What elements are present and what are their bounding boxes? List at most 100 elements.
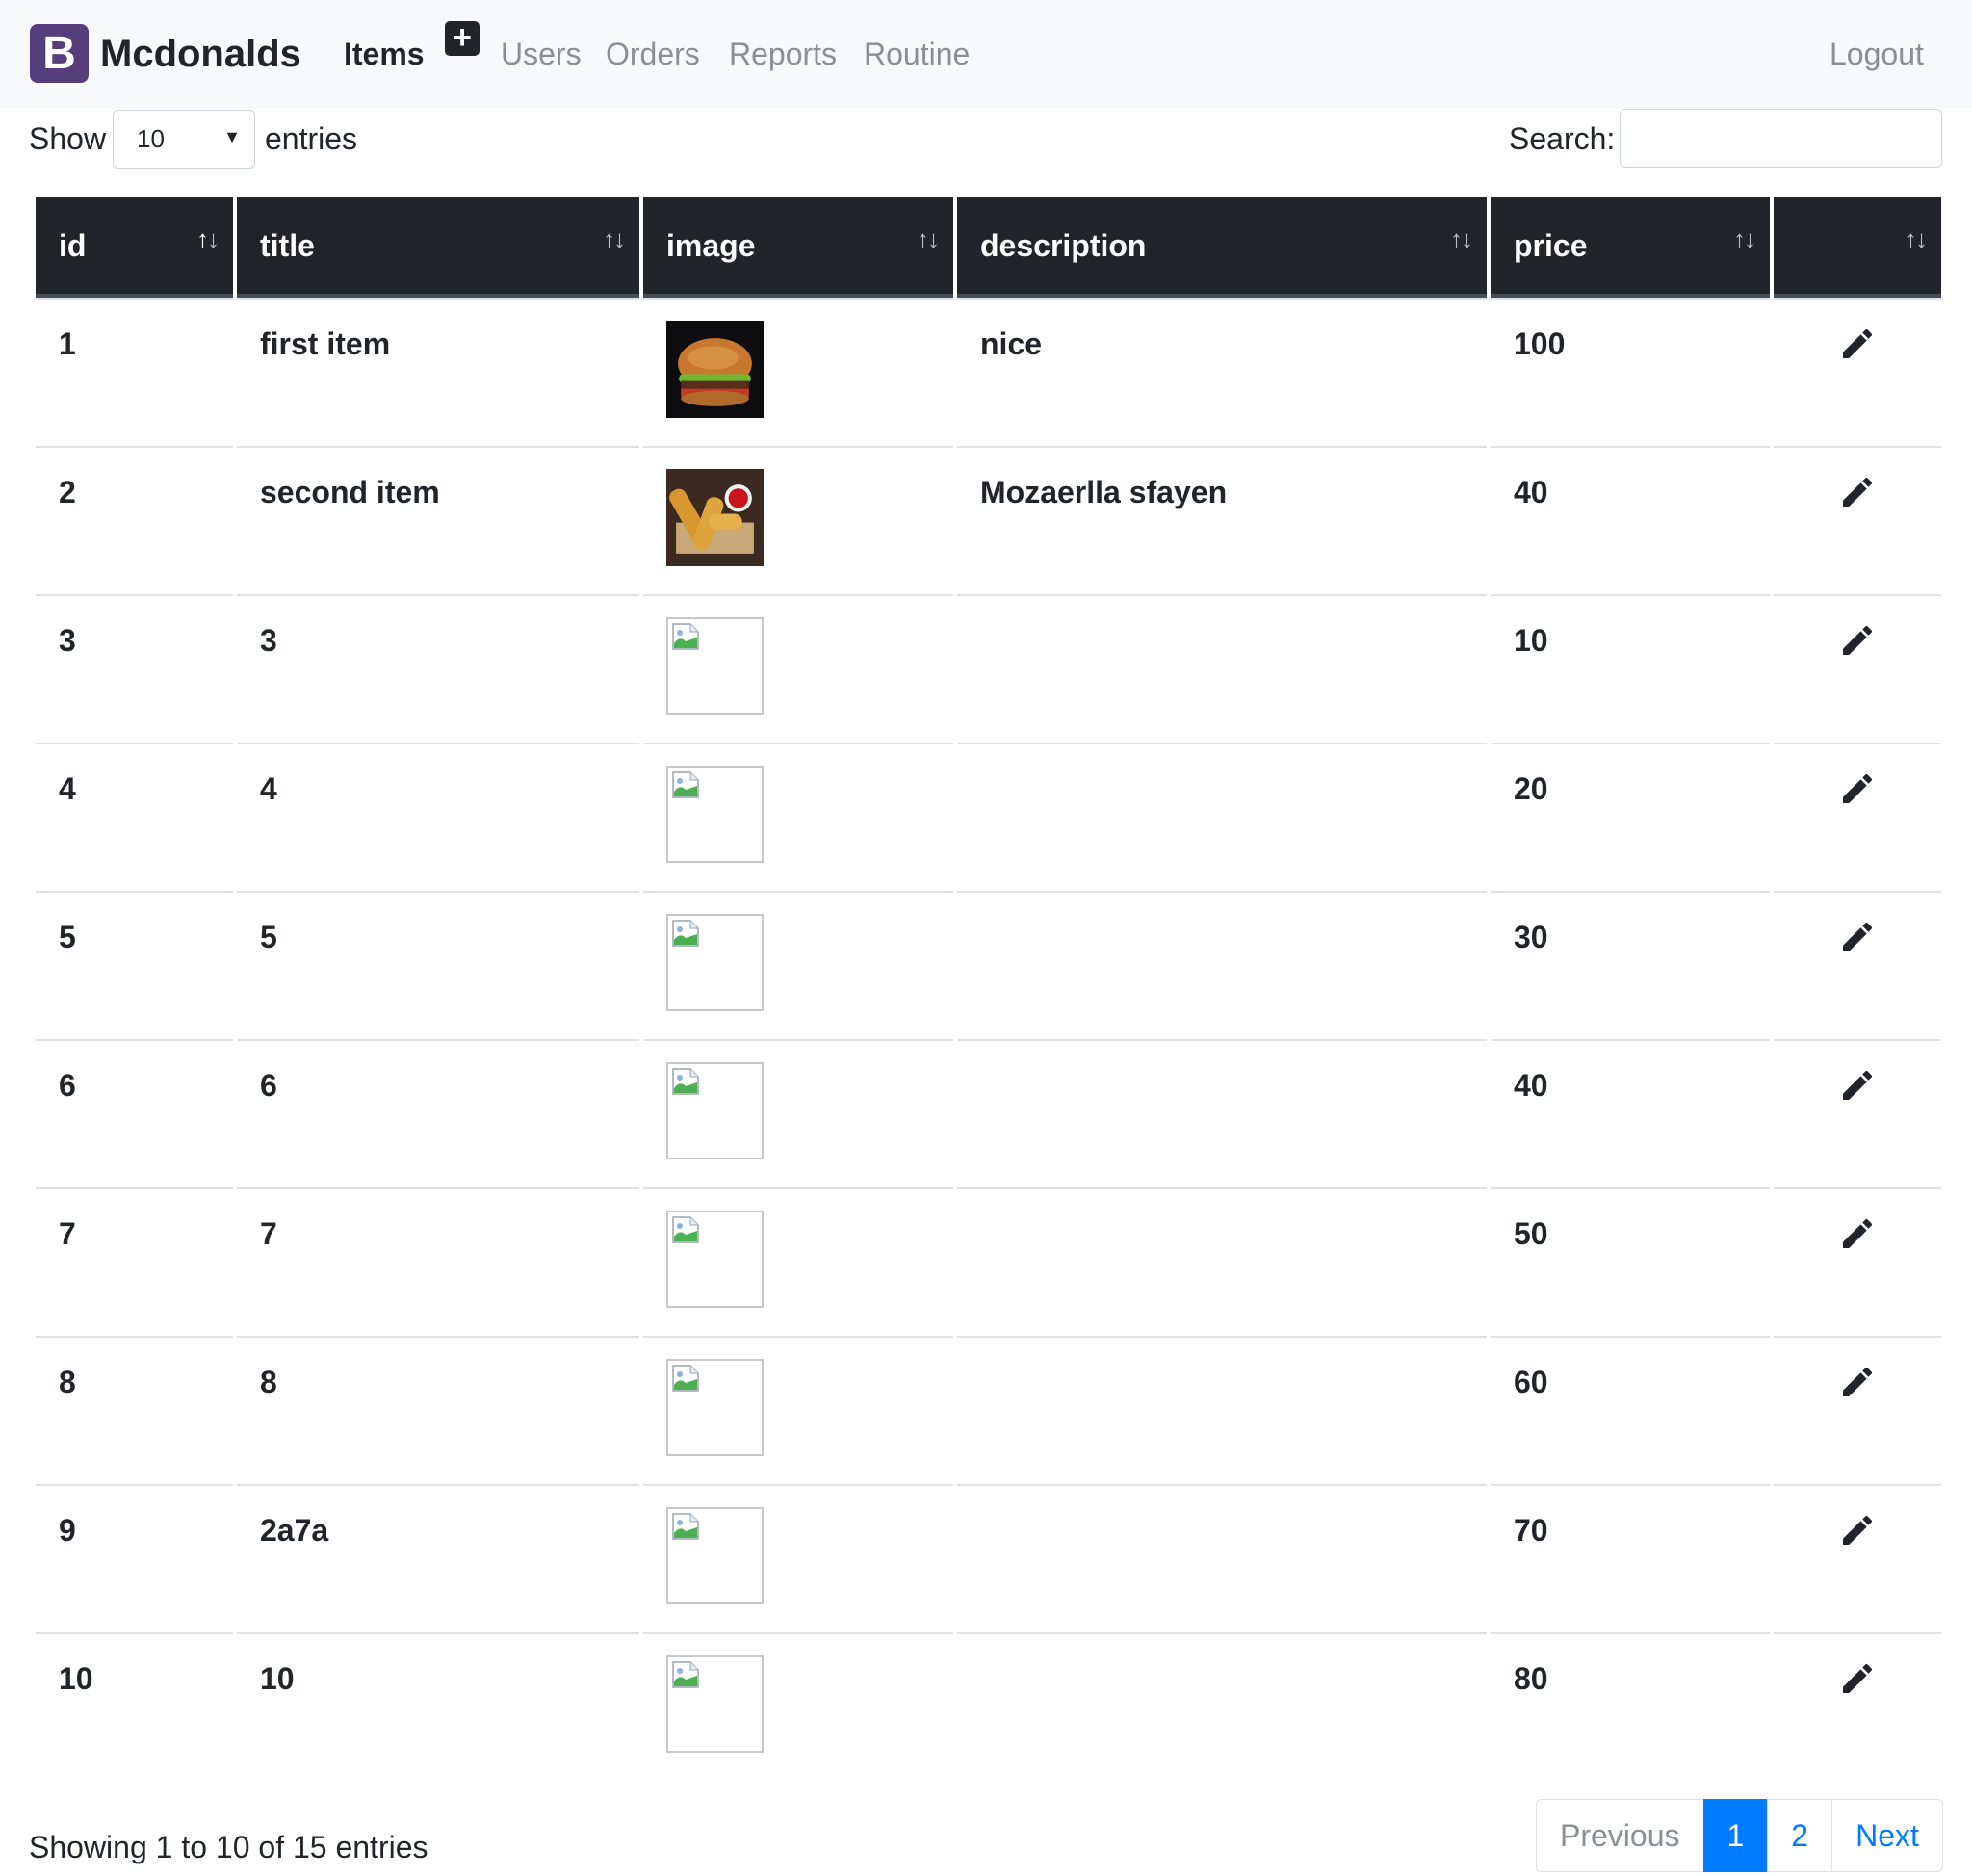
brand-name[interactable]: Mcdonalds (100, 29, 301, 79)
cell-description (957, 891, 1487, 1039)
cell-price: 40 (1491, 1039, 1770, 1187)
broken-image-icon (666, 914, 764, 1011)
column-header-label: image (666, 227, 756, 263)
sort-icon: ↑↓ (1733, 224, 1756, 253)
edit-pencil-icon[interactable] (1838, 773, 1877, 815)
cell-title: first item (237, 298, 639, 446)
cell-id: 8 (36, 1336, 233, 1484)
plus-icon: + (453, 19, 472, 56)
nav-link-orders[interactable]: Orders (606, 33, 700, 75)
pagination: Previous 1 2 Next (1536, 1799, 1943, 1872)
page-1-button[interactable]: 1 (1702, 1799, 1769, 1872)
cell-title: 8 (237, 1336, 639, 1484)
cell-title: 6 (237, 1039, 639, 1187)
cell-actions (1774, 1336, 1941, 1484)
broken-image-icon (666, 1507, 764, 1604)
cell-id: 2 (36, 446, 233, 594)
edit-pencil-icon[interactable] (1838, 922, 1877, 963)
column-header-id[interactable]: id ↑↓ (36, 197, 233, 298)
table-row: 7 7 50 (36, 1187, 1941, 1336)
cell-description (957, 1187, 1487, 1336)
cell-price: 100 (1491, 298, 1770, 446)
nav-link-reports[interactable]: Reports (729, 33, 837, 75)
entries-length-select[interactable]: 10 ▼ (113, 110, 255, 169)
cell-actions (1774, 446, 1941, 594)
column-header-image[interactable]: image ↑↓ (643, 197, 953, 298)
caret-down-icon: ▼ (223, 127, 241, 146)
logout-link[interactable]: Logout (1829, 33, 1924, 75)
cell-actions (1774, 891, 1941, 1039)
cell-description (957, 1039, 1487, 1187)
table-header-row: id ↑↓ title ↑↓ image ↑↓ description ↑↓ price ↑↓ ↑↓ (36, 197, 1941, 298)
cell-actions (1774, 1632, 1941, 1781)
cell-price: 40 (1491, 446, 1770, 594)
page-2-button[interactable]: 2 (1767, 1799, 1833, 1872)
cell-title: 7 (237, 1187, 639, 1336)
sort-icon: ↑↓ (603, 224, 626, 253)
nav-link-users[interactable]: Users (501, 33, 582, 75)
column-header-label: id (59, 227, 87, 263)
cell-image (643, 594, 953, 743)
add-item-button[interactable]: + (445, 21, 480, 56)
edit-pencil-icon[interactable] (1838, 1070, 1877, 1111)
sort-icon: ↑↓ (917, 224, 940, 253)
cell-title: 2a7a (237, 1484, 639, 1632)
sort-icon: ↑↓ (1450, 224, 1473, 253)
cell-image (643, 298, 953, 446)
table-info: Showing 1 to 10 of 15 entries (29, 1830, 428, 1864)
column-header-title[interactable]: title ↑↓ (237, 197, 639, 298)
broken-image-icon (666, 766, 764, 863)
column-header-actions[interactable]: ↑↓ (1774, 197, 1941, 298)
previous-page-button[interactable]: Previous (1536, 1799, 1704, 1872)
cell-id: 6 (36, 1039, 233, 1187)
search-label: Search: (1509, 121, 1616, 156)
nav-link-items[interactable]: Items (344, 33, 425, 75)
cell-title: second item (237, 446, 639, 594)
table-row: 4 4 20 (36, 743, 1941, 891)
table-row: 2 second item Mozaerlla sfayen 40 (36, 446, 1941, 594)
cell-image (643, 1336, 953, 1484)
edit-pencil-icon[interactable] (1838, 1218, 1877, 1260)
broken-image-icon (666, 1359, 764, 1456)
cell-description: Mozaerlla sfayen (957, 446, 1487, 594)
cell-price: 70 (1491, 1484, 1770, 1632)
column-header-label: title (260, 227, 315, 263)
cell-image (643, 1187, 953, 1336)
edit-pencil-icon[interactable] (1838, 328, 1877, 370)
table-row: 3 3 10 (36, 594, 1941, 743)
cell-image (643, 891, 953, 1039)
column-header-label: price (1514, 227, 1588, 263)
broken-image-icon (666, 617, 764, 715)
edit-pencil-icon[interactable] (1838, 625, 1877, 666)
cell-id: 7 (36, 1187, 233, 1336)
cell-description (957, 1484, 1487, 1632)
brand-logo[interactable]: B (30, 24, 89, 83)
nav-link-routine[interactable]: Routine (864, 33, 970, 75)
cell-title: 4 (237, 743, 639, 891)
edit-pencil-icon[interactable] (1838, 1367, 1877, 1408)
cell-image (643, 1039, 953, 1187)
cell-title: 5 (237, 891, 639, 1039)
table-row: 10 10 80 (36, 1632, 1941, 1781)
cell-description (957, 594, 1487, 743)
cell-actions (1774, 298, 1941, 446)
edit-pencil-icon[interactable] (1838, 1663, 1877, 1705)
column-header-price[interactable]: price ↑↓ (1491, 197, 1770, 298)
cell-image (643, 1484, 953, 1632)
cell-description (957, 1632, 1487, 1781)
edit-pencil-icon[interactable] (1838, 1515, 1877, 1556)
cell-description (957, 1336, 1487, 1484)
edit-pencil-icon[interactable] (1838, 477, 1877, 518)
cell-price: 80 (1491, 1632, 1770, 1781)
broken-image-icon (666, 1211, 764, 1308)
mozzarella-sticks-photo (666, 469, 764, 566)
table-row: 1 first item nice 100 (36, 298, 1941, 446)
entries-label: entries (265, 121, 358, 156)
table-row: 5 5 30 (36, 891, 1941, 1039)
table-body: 1 first item nice 100 2 second item Mozaerlla … (36, 298, 1941, 1781)
cell-price: 20 (1491, 743, 1770, 891)
column-header-description[interactable]: description ↑↓ (957, 197, 1487, 298)
length-value: 10 (137, 124, 165, 153)
next-page-button[interactable]: Next (1831, 1799, 1943, 1872)
search-input[interactable] (1620, 109, 1942, 168)
